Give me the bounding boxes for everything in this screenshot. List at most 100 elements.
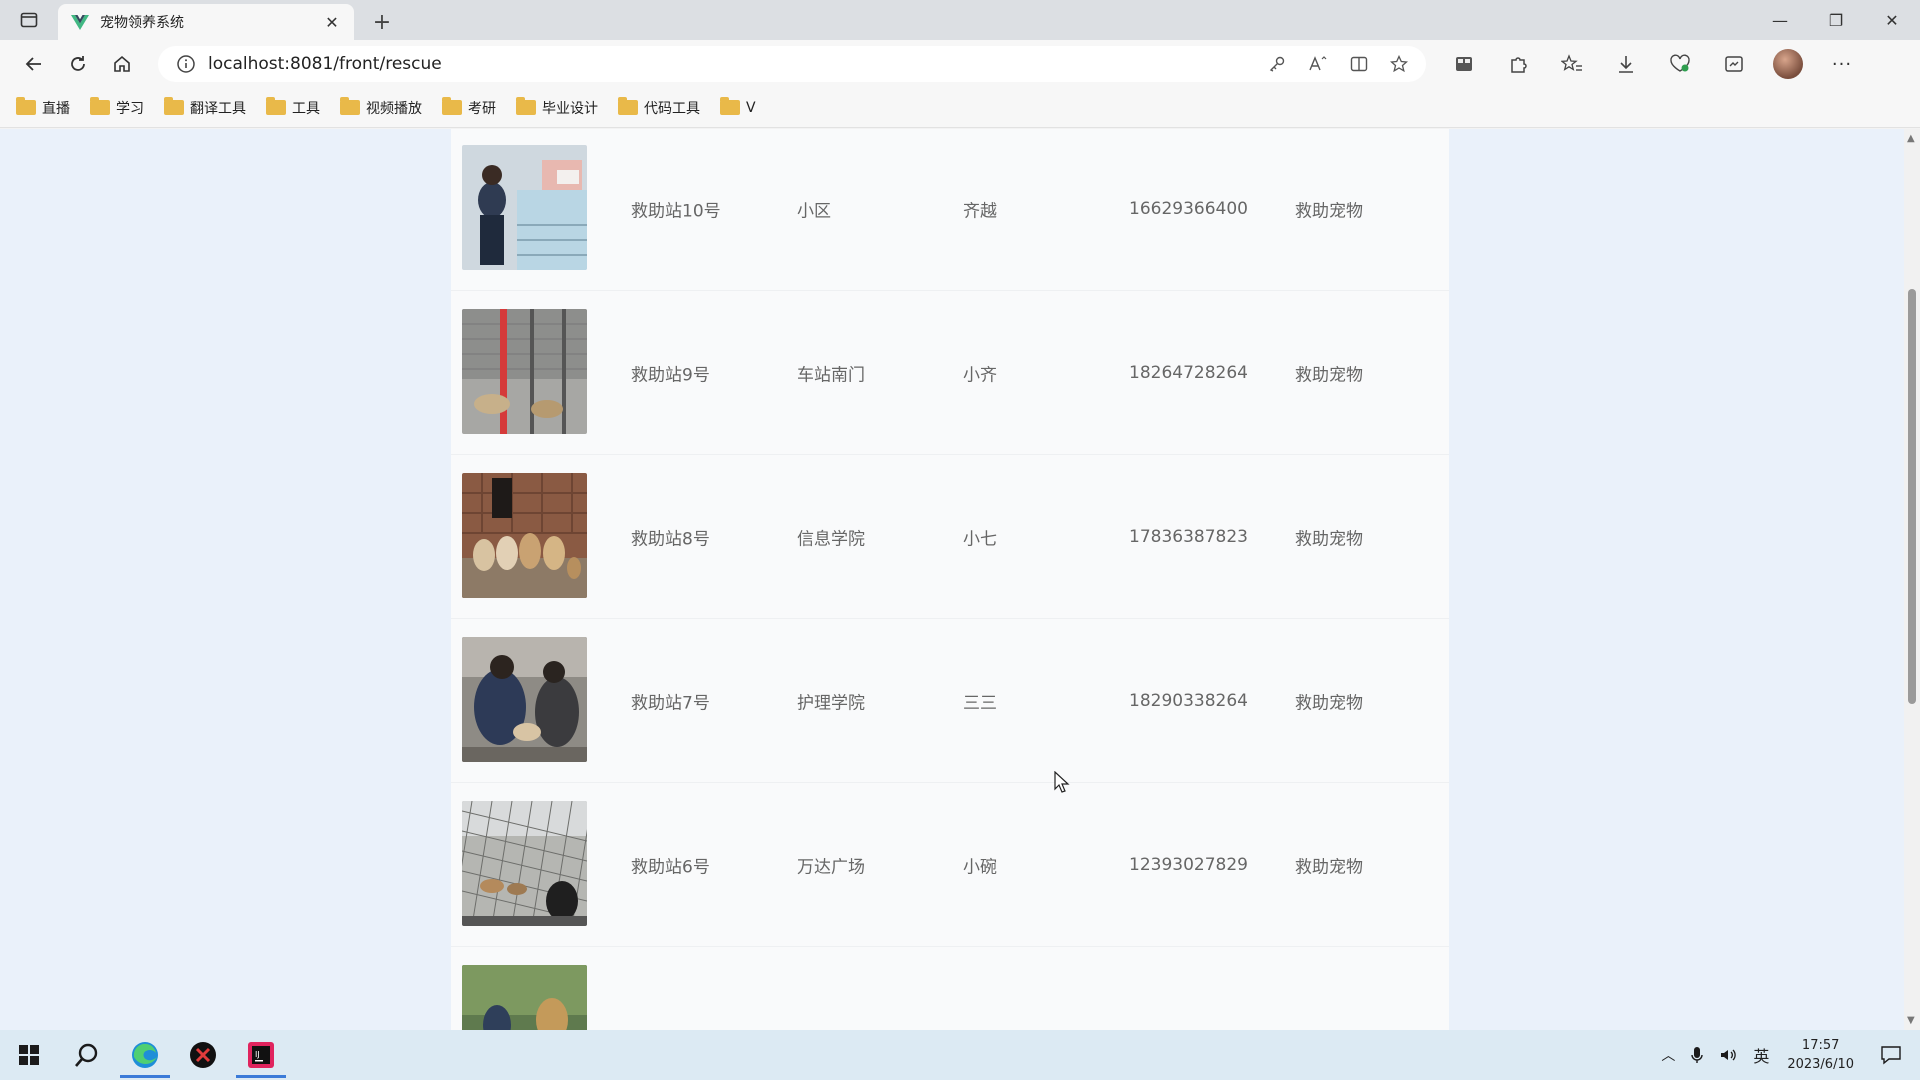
station-name: 救助站10号	[631, 201, 721, 221]
bookmark-folder[interactable]: 考研	[442, 97, 496, 118]
tab-close-icon[interactable]: ✕	[322, 13, 342, 32]
bookmark-folder[interactable]: 毕业设计	[516, 97, 598, 118]
input-method-indicator[interactable]: 英	[1753, 1043, 1769, 1067]
station-name: 救助站7号	[631, 693, 710, 713]
back-button[interactable]	[12, 46, 56, 82]
scrollbar-thumb[interactable]	[1908, 289, 1916, 704]
station-name: 救助站9号	[631, 365, 710, 385]
profile-button[interactable]	[1770, 46, 1806, 82]
puzzle-icon	[1511, 57, 1527, 73]
bookmark-folder[interactable]: 工具	[266, 97, 320, 118]
intellij-taskbar-button[interactable]: IJ	[232, 1030, 290, 1080]
minimize-button[interactable]: —	[1752, 0, 1808, 40]
key-icon[interactable]	[1268, 55, 1286, 73]
rescue-row[interactable]: 救助站9号 车站南门 小齐 18264728264 救助宠物	[451, 291, 1449, 455]
favorite-star-icon[interactable]	[1390, 55, 1408, 73]
edge-browser-icon	[132, 1042, 158, 1068]
folder-icon	[720, 97, 740, 115]
contact-person: 小七	[963, 529, 997, 549]
rescue-photo[interactable]	[462, 965, 587, 1030]
favorites-button[interactable]	[1554, 46, 1590, 82]
browser-tab[interactable]: 宠物领养系统 ✕	[58, 4, 354, 40]
microphone-icon[interactable]	[1691, 1046, 1704, 1064]
intellij-idea-icon: IJ	[248, 1042, 274, 1068]
contact-person: 小齐	[963, 365, 997, 385]
window-controls: — ❐ ✕	[1752, 0, 1920, 40]
station-type: 救助宠物	[1295, 693, 1363, 713]
folder-icon	[266, 97, 286, 115]
bookmark-folder[interactable]: 代码工具	[618, 97, 700, 118]
contact-person: 小碗	[963, 857, 997, 877]
contact-phone: 18290338264	[1129, 690, 1248, 711]
rescue-row[interactable]: 救助站8号 信息学院 小七 17836387823 救助宠物	[451, 455, 1449, 619]
rescue-row[interactable]	[451, 947, 1449, 1030]
restore-button[interactable]: ❐	[1808, 0, 1864, 40]
more-dots-icon: ···	[1831, 53, 1853, 75]
bookmark-folder[interactable]: 翻译工具	[164, 97, 246, 118]
extension-app-button[interactable]	[1446, 46, 1482, 82]
tab-title: 宠物领养系统	[100, 15, 184, 31]
extensions-button[interactable]	[1500, 46, 1536, 82]
split-screen-icon[interactable]	[1350, 55, 1368, 73]
refresh-icon	[71, 56, 85, 71]
scroll-up-icon[interactable]: ▲	[1907, 133, 1915, 144]
settings-more-button[interactable]: ···	[1824, 46, 1860, 82]
favorites-list-icon	[1561, 54, 1582, 71]
chevron-up-icon[interactable]: ︿	[1661, 1045, 1675, 1065]
site-info-icon[interactable]	[176, 54, 196, 74]
mouse-cursor-icon	[1054, 771, 1070, 793]
folder-icon	[340, 97, 360, 115]
bookmark-folder[interactable]: 视频播放	[340, 97, 422, 118]
app-grid-icon	[1456, 57, 1472, 71]
station-address: 小区	[797, 201, 831, 221]
notification-icon[interactable]	[1880, 1045, 1902, 1065]
search-button[interactable]	[58, 1030, 116, 1080]
red-black-app-icon	[190, 1042, 216, 1068]
tab-actions-button[interactable]	[0, 0, 58, 40]
browser-essentials-button[interactable]	[1662, 46, 1698, 82]
taskbar: IJ ︿ 英 17:57 2023/6/10	[0, 1030, 1920, 1080]
system-tray: ︿ 英 17:57 2023/6/10	[1653, 1030, 1920, 1080]
rescue-photo[interactable]	[462, 473, 587, 598]
scroll-down-icon[interactable]: ▼	[1907, 1015, 1915, 1026]
new-tab-button[interactable]: +	[362, 4, 402, 40]
refresh-button[interactable]	[56, 46, 100, 82]
speaker-icon[interactable]	[1719, 1046, 1737, 1064]
url-text[interactable]: localhost:8081/front/rescue	[208, 54, 1268, 74]
contact-phone: 16629366400	[1129, 198, 1248, 219]
read-aloud-icon[interactable]	[1308, 55, 1328, 73]
folder-icon	[618, 97, 638, 115]
search-icon	[75, 1043, 98, 1067]
folder-icon	[164, 97, 184, 115]
heart-pulse-icon	[1670, 54, 1690, 72]
station-address: 万达广场	[797, 857, 865, 877]
start-button[interactable]	[0, 1030, 58, 1080]
browser-toolbar: localhost:8081/front/rescue ···	[0, 40, 1920, 88]
contact-phone: 12393027829	[1129, 854, 1248, 875]
rescue-photo[interactable]	[462, 309, 587, 434]
tab-actions-icon	[20, 12, 38, 28]
svg-text:IJ: IJ	[255, 1050, 260, 1059]
downloads-button[interactable]	[1608, 46, 1644, 82]
folder-icon	[516, 97, 536, 115]
home-button[interactable]	[100, 46, 144, 82]
rescue-photo[interactable]	[462, 637, 587, 762]
rescue-row[interactable]: 救助站7号 护理学院 三三 18290338264 救助宠物	[451, 619, 1449, 783]
address-bar[interactable]: localhost:8081/front/rescue	[158, 46, 1426, 82]
rescue-row[interactable]: 救助站6号 万达广场 小碗 12393027829 救助宠物	[451, 783, 1449, 947]
bookmark-folder[interactable]: 学习	[90, 97, 144, 118]
close-window-button[interactable]: ✕	[1864, 0, 1920, 40]
screenshot-button[interactable]	[1716, 46, 1752, 82]
page-scrollbar[interactable]: ▲ ▼	[1904, 129, 1920, 1030]
page-content: 救助站10号 小区 齐越 16629366400 救助宠物 救助站9号 车站南门…	[0, 129, 1904, 1030]
app-taskbar-button[interactable]	[174, 1030, 232, 1080]
rescue-photo[interactable]	[462, 145, 587, 270]
rescue-row[interactable]: 救助站10号 小区 齐越 16629366400 救助宠物	[451, 129, 1449, 291]
bookmark-folder[interactable]: 直播	[16, 97, 70, 118]
bookmark-folder[interactable]: V	[720, 97, 756, 116]
edge-taskbar-button[interactable]	[116, 1030, 174, 1080]
system-clock[interactable]: 17:57 2023/6/10	[1787, 1036, 1854, 1074]
contact-person: 三三	[963, 693, 997, 713]
rescue-station-list: 救助站10号 小区 齐越 16629366400 救助宠物 救助站9号 车站南门…	[451, 129, 1449, 1030]
rescue-photo[interactable]	[462, 801, 587, 926]
